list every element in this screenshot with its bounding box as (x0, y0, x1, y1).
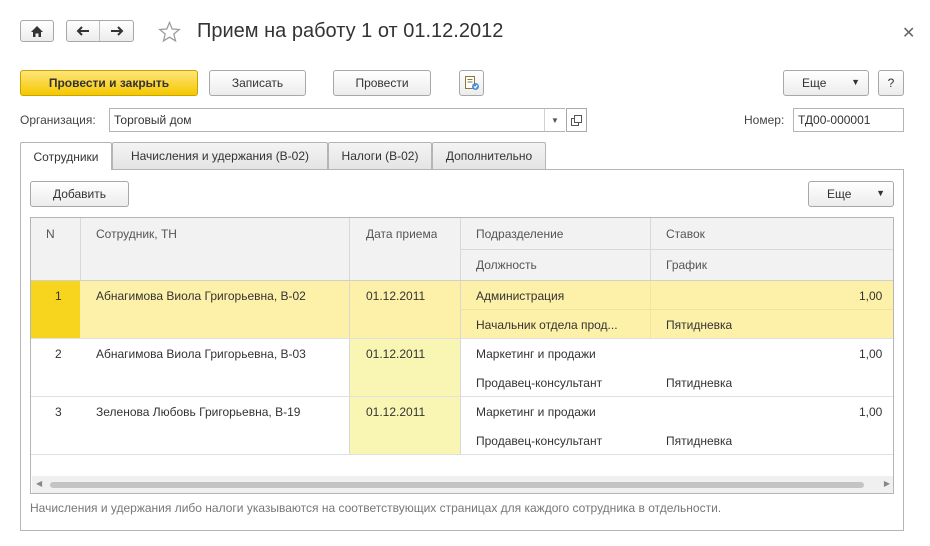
number-label: Номер: (744, 113, 785, 127)
history-nav (66, 20, 134, 42)
table-more-label: Еще (827, 187, 852, 201)
table-row[interactable]: 3 Зеленова Любовь Григорьевна, В-19 01.1… (31, 396, 893, 454)
number-field[interactable]: ТД00-000001 (793, 108, 904, 132)
back-button[interactable] (67, 21, 100, 41)
scrollbar-thumb[interactable] (50, 482, 864, 488)
header-divider (460, 249, 893, 250)
organization-open-button[interactable] (566, 108, 587, 132)
organization-field[interactable]: Торговый дом (109, 108, 565, 132)
open-form-icon (571, 114, 582, 126)
organization-dropdown-button[interactable]: ▼ (544, 109, 565, 131)
page-title: Прием на работу 1 от 01.12.2012 (197, 20, 504, 42)
row-employee: Абнагимова Виола Григорьевна, В-03 (96, 347, 306, 361)
arrow-right-icon (110, 26, 123, 36)
table-more-button[interactable]: Еще ▼ (808, 181, 894, 207)
arrow-left-icon (76, 26, 89, 36)
row-employee: Абнагимова Виола Григорьевна, В-02 (96, 289, 306, 303)
row-date: 01.12.2011 (366, 405, 426, 419)
save-button[interactable]: Записать (209, 70, 306, 96)
row-department: Администрация (476, 289, 565, 303)
row-divider (31, 454, 893, 455)
row-date: 01.12.2011 (366, 347, 426, 361)
row-position: Начальник отдела прод... (476, 318, 618, 332)
row-position: Продавец-консультант (476, 376, 603, 390)
forward-button[interactable] (100, 21, 133, 41)
post-and-close-button[interactable]: Провести и закрыть (20, 70, 198, 96)
row-schedule: Пятидневка (666, 434, 733, 448)
column-header-n[interactable]: N (46, 227, 55, 241)
row-rate: 1,00 (859, 405, 883, 419)
home-button[interactable] (20, 20, 54, 42)
column-header-date[interactable]: Дата приема (366, 227, 437, 241)
dropdown-arrow-icon: ▼ (851, 77, 860, 87)
more-menu-button[interactable]: Еще ▼ (783, 70, 869, 96)
organization-label: Организация: (20, 113, 96, 127)
scroll-left-icon[interactable]: ◀ (36, 479, 42, 488)
row-number: 2 (55, 347, 62, 361)
document-structure-icon (464, 76, 479, 90)
horizontal-scrollbar[interactable]: ◀ ▶ (32, 476, 893, 493)
column-divider (80, 218, 81, 280)
tab-taxes[interactable]: Налоги (В-02) (328, 142, 432, 169)
dropdown-arrow-icon: ▼ (551, 115, 559, 125)
column-header-department[interactable]: Подразделение (476, 227, 563, 241)
scroll-right-icon[interactable]: ▶ (884, 479, 890, 488)
row-rate: 1,00 (859, 347, 883, 361)
column-header-schedule[interactable]: График (666, 258, 707, 272)
column-header-rate[interactable]: Ставок (666, 227, 705, 241)
dropdown-arrow-icon: ▼ (876, 188, 885, 198)
column-header-position[interactable]: Должность (476, 258, 537, 272)
home-icon (31, 25, 43, 37)
column-header-employee[interactable]: Сотрудник, ТН (96, 227, 177, 241)
help-button[interactable]: ? (878, 70, 904, 96)
more-menu-label: Еще (802, 76, 827, 90)
document-structure-button[interactable] (459, 70, 484, 96)
footer-note: Начисления и удержания либо налоги указы… (30, 501, 722, 515)
tab-accruals[interactable]: Начисления и удержания (В-02) (112, 142, 328, 169)
row-department: Маркетинг и продажи (476, 347, 596, 361)
post-button[interactable]: Провести (333, 70, 431, 96)
table-row[interactable]: 2 Абнагимова Виола Григорьевна, В-03 01.… (31, 338, 893, 396)
row-date: 01.12.2011 (366, 289, 426, 303)
row-employee: Зеленова Любовь Григорьевна, В-19 (96, 405, 301, 419)
row-rate: 1,00 (859, 289, 883, 303)
row-number: 1 (55, 289, 62, 303)
star-icon[interactable] (158, 21, 181, 43)
row-position: Продавец-консультант (476, 434, 603, 448)
close-icon[interactable]: ✕ (902, 23, 915, 43)
tab-employees[interactable]: Сотрудники (20, 142, 112, 170)
add-row-button[interactable]: Добавить (30, 181, 129, 207)
table-row[interactable]: 1 Абнагимова Виола Григорьевна, В-02 01.… (31, 280, 893, 338)
tab-additional[interactable]: Дополнительно (432, 142, 546, 169)
row-schedule: Пятидневка (666, 376, 733, 390)
employees-table: N Сотрудник, ТН Дата приема Подразделени… (30, 217, 894, 494)
row-department: Маркетинг и продажи (476, 405, 596, 419)
column-divider (650, 218, 651, 280)
row-schedule: Пятидневка (666, 318, 733, 332)
row-number: 3 (55, 405, 62, 419)
